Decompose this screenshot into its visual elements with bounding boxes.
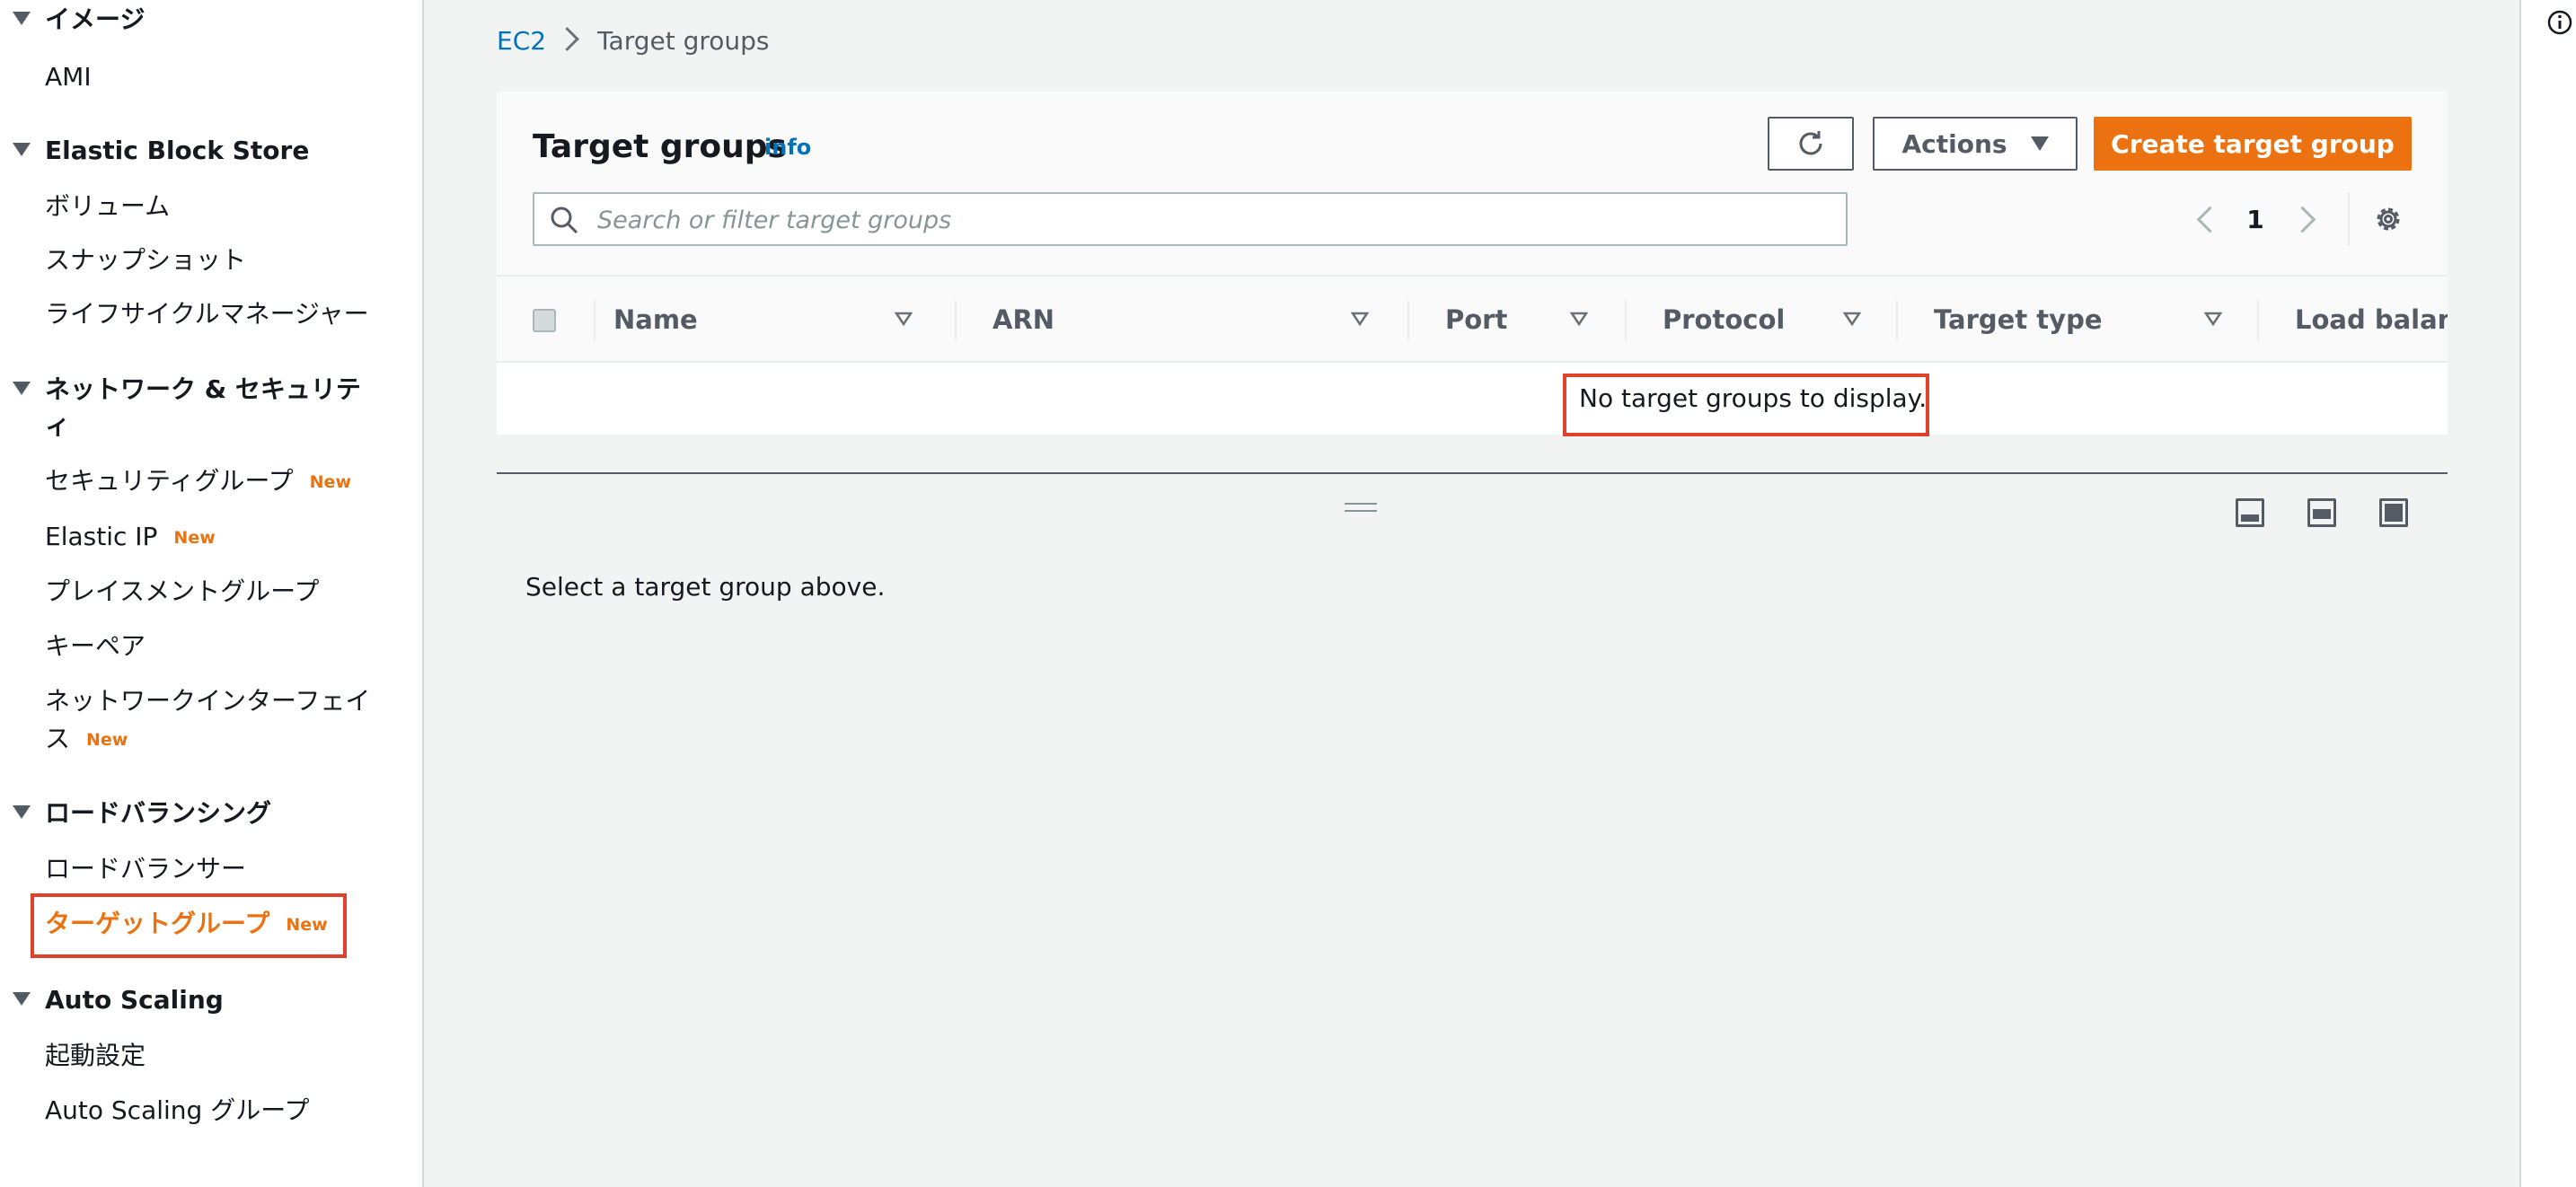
split-panel-divider bbox=[497, 472, 2448, 474]
caret-down-icon bbox=[13, 11, 31, 25]
target-groups-panel: Target groups info Actions Create target… bbox=[497, 92, 2448, 435]
breadcrumb-current: Target groups bbox=[597, 26, 770, 56]
sidebar-item-network-interfaces-wrap[interactable]: ス New bbox=[45, 723, 128, 756]
pagination-divider bbox=[2348, 192, 2350, 246]
column-divider bbox=[1625, 300, 1627, 341]
chevron-right-icon bbox=[2289, 206, 2316, 233]
search-input[interactable] bbox=[595, 201, 1830, 239]
sidebar-item-volumes[interactable]: ボリューム bbox=[45, 190, 170, 223]
caret-down-icon bbox=[13, 991, 31, 1006]
sort-icon[interactable] bbox=[2203, 309, 2223, 329]
sidebar-item-placement-groups[interactable]: プレイスメントグループ bbox=[45, 576, 319, 608]
dropdown-caret-icon bbox=[2030, 136, 2049, 151]
column-divider bbox=[594, 300, 595, 341]
new-badge: New bbox=[173, 528, 216, 548]
pagination-page-number[interactable]: 1 bbox=[2239, 194, 2272, 244]
search-icon bbox=[551, 207, 578, 234]
sidebar-item-key-pairs[interactable]: キーペア bbox=[45, 630, 146, 663]
section-header-network-security[interactable]: ネットワーク & セキュリテ bbox=[13, 374, 361, 406]
search-field[interactable] bbox=[533, 192, 1848, 246]
refresh-icon bbox=[1799, 131, 1822, 155]
column-header-target-type[interactable]: Target type bbox=[1934, 277, 2149, 363]
sidebar-item-ami[interactable]: AMI bbox=[45, 61, 92, 93]
column-header-arn[interactable]: ARN bbox=[992, 277, 1163, 363]
column-divider bbox=[1896, 300, 1898, 341]
layout-split-icon[interactable] bbox=[2307, 498, 2336, 527]
column-header-port[interactable]: Port bbox=[1445, 277, 1553, 363]
info-link[interactable]: info bbox=[764, 135, 811, 160]
sidebar-item-security-groups[interactable]: セキュリティグループ New bbox=[45, 465, 351, 498]
new-badge: New bbox=[86, 730, 128, 750]
sidebar-item-snapshots[interactable]: スナップショット bbox=[45, 244, 246, 277]
caret-down-icon bbox=[13, 381, 31, 395]
sidebar-item-lifecycle-manager[interactable]: ライフサイクルマネージャー bbox=[45, 298, 369, 330]
create-target-group-button[interactable]: Create target group bbox=[2094, 117, 2412, 171]
pagination-next[interactable] bbox=[2284, 194, 2320, 244]
refresh-button[interactable] bbox=[1768, 117, 1854, 171]
highlight-box-empty-message bbox=[1563, 374, 1929, 436]
sort-icon[interactable] bbox=[894, 309, 913, 329]
navigation-sidebar: イメージ AMI Elastic Block Store ボリューム スナップシ… bbox=[0, 0, 424, 1187]
section-header-images[interactable]: イメージ bbox=[13, 4, 145, 36]
table-header: Name ARN Port Protocol Target type Load … bbox=[497, 275, 2448, 363]
sidebar-item-network-interfaces[interactable]: ネットワークインターフェイ bbox=[45, 685, 370, 717]
panel-header: Target groups info Actions Create target… bbox=[497, 92, 2448, 275]
sort-icon[interactable] bbox=[1350, 309, 1370, 329]
column-header-name[interactable]: Name bbox=[613, 277, 784, 363]
column-divider bbox=[1407, 300, 1409, 341]
sort-icon[interactable] bbox=[1569, 309, 1589, 329]
chevron-left-icon bbox=[2196, 206, 2223, 233]
chevron-right-icon bbox=[555, 27, 579, 51]
detail-placeholder-message: Select a target group above. bbox=[525, 572, 886, 602]
column-divider bbox=[2257, 300, 2259, 341]
help-panel-rail bbox=[2519, 0, 2576, 1187]
column-header-protocol[interactable]: Protocol bbox=[1663, 277, 1860, 363]
sidebar-item-auto-scaling-groups[interactable]: Auto Scaling グループ bbox=[45, 1095, 310, 1127]
select-all-checkbox[interactable] bbox=[533, 309, 556, 332]
sidebar-item-elastic-ip[interactable]: Elastic IP New bbox=[45, 521, 216, 554]
column-header-load-balancer[interactable]: Load balance bbox=[2295, 277, 2448, 363]
page-title: Target groups bbox=[533, 128, 787, 165]
caret-down-icon bbox=[13, 142, 31, 156]
section-header-network-security-wrap: ィ bbox=[45, 410, 71, 440]
breadcrumb-link-ec2[interactable]: EC2 bbox=[497, 26, 546, 56]
actions-button[interactable]: Actions bbox=[1873, 117, 2078, 171]
info-icon[interactable] bbox=[2546, 9, 2573, 36]
pagination-previous[interactable] bbox=[2192, 194, 2228, 244]
section-header-load-balancing[interactable]: ロードバランシング bbox=[13, 797, 271, 830]
highlight-box-target-groups bbox=[31, 893, 347, 958]
layout-full-icon[interactable] bbox=[2379, 498, 2408, 527]
breadcrumb: EC2 Target groups bbox=[497, 25, 770, 57]
section-header-auto-scaling[interactable]: Auto Scaling bbox=[13, 984, 224, 1016]
section-header-ebs[interactable]: Elastic Block Store bbox=[13, 135, 309, 167]
column-divider bbox=[955, 300, 957, 341]
sidebar-item-launch-configurations[interactable]: 起動設定 bbox=[45, 1040, 146, 1072]
new-badge: New bbox=[309, 472, 351, 492]
sort-icon[interactable] bbox=[1842, 309, 1862, 329]
sidebar-item-load-balancers[interactable]: ロードバランサー bbox=[45, 853, 246, 885]
drag-handle-icon[interactable] bbox=[1345, 503, 1377, 512]
layout-bottom-icon[interactable] bbox=[2236, 498, 2264, 527]
gear-icon[interactable] bbox=[2372, 203, 2404, 235]
table-body: No target groups to display. bbox=[497, 363, 2448, 435]
caret-down-icon bbox=[13, 805, 31, 819]
